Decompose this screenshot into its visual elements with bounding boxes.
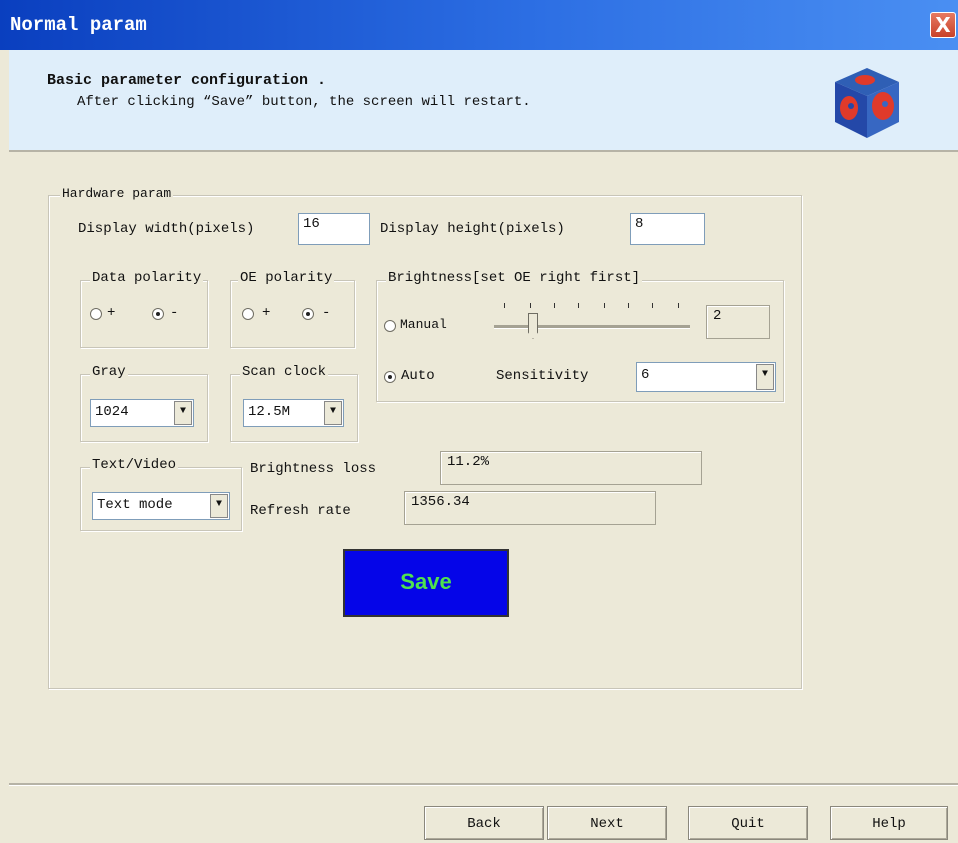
save-button[interactable]: Save bbox=[343, 549, 509, 617]
display-height-label: Display height(pixels) bbox=[380, 221, 565, 237]
footer-divider bbox=[9, 783, 958, 786]
data-polarity-plus-radio[interactable] bbox=[90, 308, 102, 320]
gray-value: 1024 bbox=[95, 404, 129, 420]
slider-thumb[interactable] bbox=[528, 313, 538, 339]
help-button[interactable]: Help bbox=[830, 806, 948, 840]
oe-polarity-label: OE polarity bbox=[238, 270, 335, 286]
header-title: Basic parameter configuration . bbox=[47, 72, 327, 89]
data-polarity-plus-label: + bbox=[107, 305, 116, 321]
gray-select[interactable]: 1024 ▼ bbox=[90, 399, 194, 427]
cube-logo-icon bbox=[835, 68, 899, 138]
title-bar: Normal param X bbox=[0, 0, 958, 50]
sensitivity-select[interactable]: 6 ▼ bbox=[636, 362, 776, 392]
normal-param-window: Normal param X Basic parameter configura… bbox=[0, 0, 958, 843]
window-title: Normal param bbox=[10, 14, 147, 36]
display-width-label: Display width(pixels) bbox=[78, 221, 255, 237]
next-button[interactable]: Next bbox=[547, 806, 667, 840]
brightness-auto-radio[interactable] bbox=[384, 371, 396, 383]
chevron-down-icon[interactable]: ▼ bbox=[210, 494, 228, 518]
sensitivity-label: Sensitivity bbox=[496, 368, 589, 384]
data-polarity-minus-radio[interactable] bbox=[152, 308, 164, 320]
brightness-loss-value: 11.2% bbox=[440, 451, 702, 485]
header-subtitle: After clicking “Save” button, the screen… bbox=[77, 94, 531, 110]
scan-clock-select[interactable]: 12.5M ▼ bbox=[243, 399, 344, 427]
close-button[interactable]: X bbox=[930, 12, 956, 38]
data-polarity-label: Data polarity bbox=[90, 270, 204, 286]
oe-polarity-plus-label: + bbox=[262, 305, 271, 321]
oe-polarity-minus-label: - bbox=[322, 305, 331, 321]
brightness-loss-label: Brightness loss bbox=[250, 461, 377, 477]
chevron-down-icon[interactable]: ▼ bbox=[756, 364, 774, 390]
brightness-label: Brightness[set OE right first] bbox=[386, 270, 643, 286]
brightness-value-display: 2 bbox=[706, 305, 770, 339]
quit-button[interactable]: Quit bbox=[688, 806, 808, 840]
text-video-value: Text mode bbox=[97, 497, 173, 513]
chevron-down-icon[interactable]: ▼ bbox=[324, 401, 342, 425]
gray-label: Gray bbox=[90, 364, 128, 380]
oe-polarity-minus-radio[interactable] bbox=[302, 308, 314, 320]
display-height-input[interactable]: 8 bbox=[630, 213, 705, 245]
text-video-select[interactable]: Text mode ▼ bbox=[92, 492, 230, 520]
chevron-down-icon[interactable]: ▼ bbox=[174, 401, 192, 425]
sensitivity-value: 6 bbox=[641, 367, 650, 383]
brightness-slider[interactable] bbox=[494, 303, 692, 343]
brightness-manual-radio[interactable] bbox=[384, 320, 396, 332]
back-button[interactable]: Back bbox=[424, 806, 544, 840]
oe-polarity-plus-radio[interactable] bbox=[242, 308, 254, 320]
display-width-input[interactable]: 16 bbox=[298, 213, 370, 245]
refresh-rate-label: Refresh rate bbox=[250, 503, 351, 519]
brightness-manual-label: Manual bbox=[400, 317, 447, 332]
text-video-label: Text/Video bbox=[90, 457, 179, 473]
scan-clock-value: 12.5M bbox=[248, 404, 291, 420]
refresh-rate-value: 1356.34 bbox=[404, 491, 656, 525]
data-polarity-minus-label: - bbox=[170, 305, 179, 321]
brightness-auto-label: Auto bbox=[401, 368, 435, 384]
hardware-param-label: Hardware param bbox=[60, 186, 174, 201]
scan-clock-label: Scan clock bbox=[240, 364, 329, 380]
header-banner: Basic parameter configuration . After cl… bbox=[9, 50, 958, 152]
